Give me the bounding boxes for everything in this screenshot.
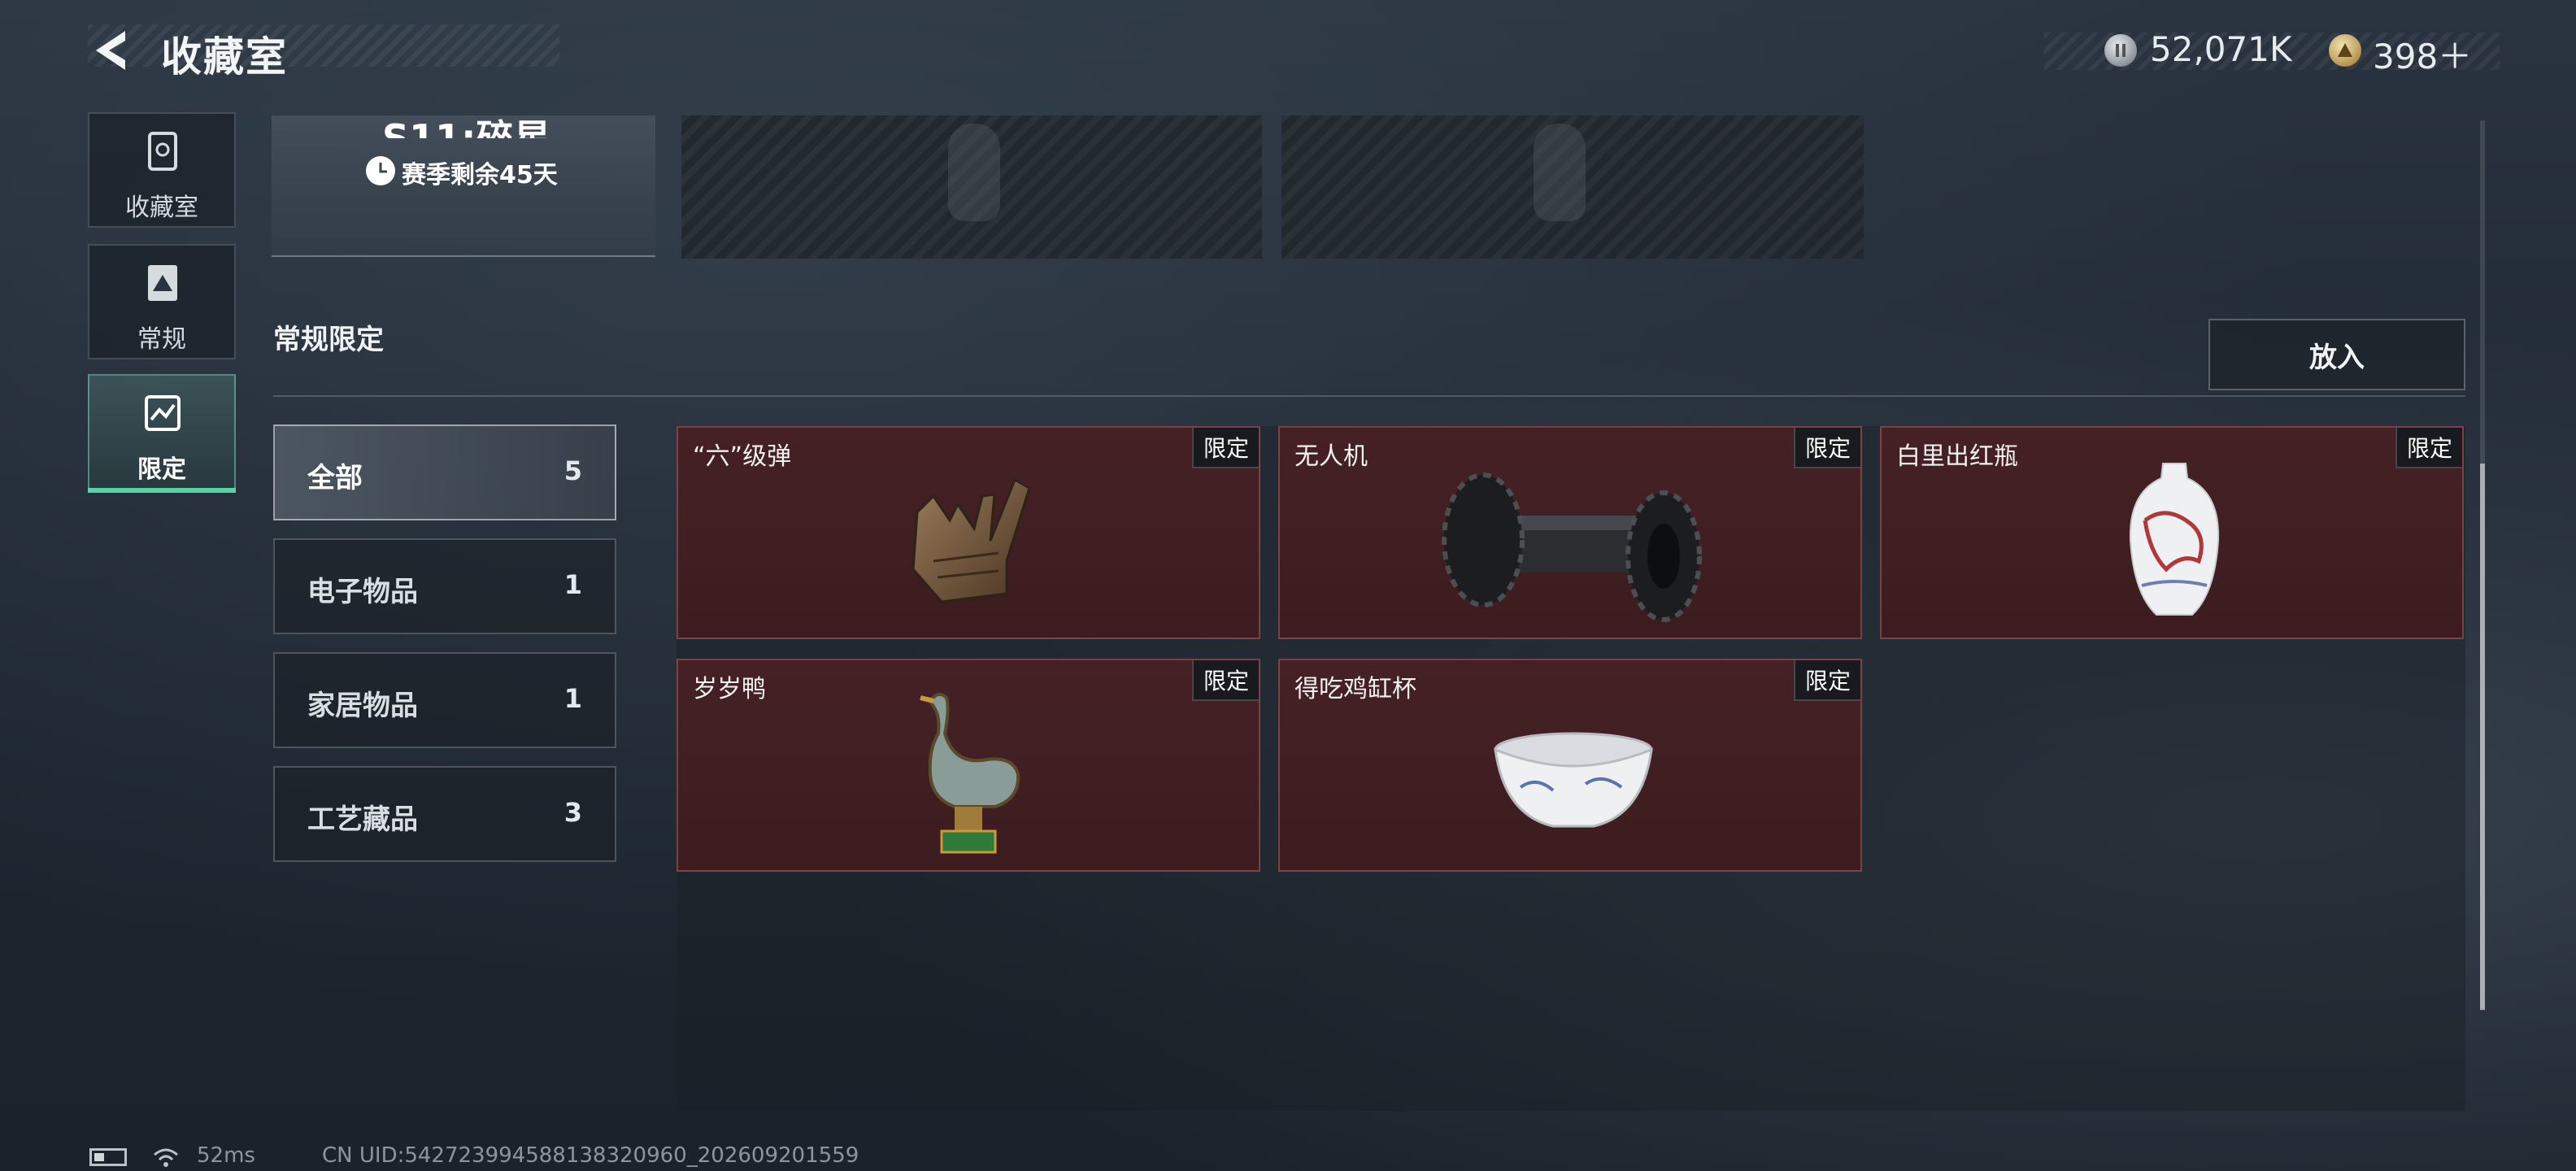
scrollbar-thumb[interactable] — [2480, 464, 2485, 1010]
category-name: 家居物品 — [307, 690, 418, 722]
regular-icon — [148, 265, 177, 301]
nav-item-regular[interactable]: 常规 — [88, 244, 236, 359]
limited-tag: 限定 — [1191, 428, 1259, 468]
nav-label: 限定 — [137, 455, 186, 484]
vase-icon — [2129, 463, 2220, 616]
wifi-icon — [154, 1148, 178, 1167]
category-electronics[interactable]: 电子物品 1 — [273, 538, 616, 634]
item-name: 白里出红瓶 — [1896, 442, 2018, 471]
page-title: 收藏室 — [161, 33, 288, 81]
item-card[interactable]: 岁岁鸭 限定 — [677, 659, 1260, 872]
section-title: 常规限定 — [273, 324, 384, 356]
item-card[interactable]: 白里出红瓶 限定 — [1880, 426, 2464, 639]
item-name: 无人机 — [1295, 442, 1368, 471]
item-name: 得吃鸡缸杯 — [1295, 675, 1416, 703]
silver-coin-icon — [2104, 34, 2137, 67]
battery-icon — [89, 1148, 127, 1166]
duck-statue-icon — [920, 692, 1020, 854]
category-count: 1 — [564, 683, 582, 714]
season-name: S11:碎星 — [382, 116, 551, 138]
header-bar — [88, 24, 559, 67]
item-card[interactable]: 无人机 限定 — [1278, 426, 1862, 639]
uid-text: CN UID:542723994588138320960_20260920155… — [322, 1143, 859, 1168]
clock-icon — [366, 156, 395, 185]
limited-tag: 限定 — [2395, 428, 2462, 468]
nav-label: 常规 — [137, 325, 186, 354]
silver-amount: 52,071K — [2150, 29, 2292, 69]
ping-value: 52ms — [197, 1143, 255, 1168]
put-in-button[interactable]: 放入 — [2208, 319, 2465, 390]
nav-label: 收藏室 — [125, 194, 198, 222]
locked-card[interactable] — [1281, 115, 1864, 259]
locked-item-silhouette-icon — [948, 124, 1000, 221]
back-arrow-icon — [96, 31, 125, 70]
item-name: 岁岁鸭 — [693, 675, 766, 703]
locked-card[interactable] — [681, 115, 1262, 259]
cup-icon — [1494, 732, 1653, 828]
drone-part-icon — [1442, 472, 1702, 622]
category-all[interactable]: 全部 5 — [273, 424, 616, 520]
gold-amount[interactable]: 398＋ — [2373, 29, 2472, 79]
category-name: 全部 — [307, 462, 363, 494]
category-name: 电子物品 — [307, 576, 418, 608]
limited-tag: 限定 — [1191, 660, 1259, 701]
category-crafts[interactable]: 工艺藏品 3 — [273, 766, 616, 862]
category-count: 3 — [564, 797, 582, 828]
collection-icon — [148, 132, 177, 171]
nav-item-limited[interactable]: 限定 — [88, 374, 236, 490]
season-remaining: 赛季剩余45天 — [402, 161, 558, 189]
item-card[interactable]: “六”级弹 限定 — [677, 426, 1260, 639]
hand-sculpture-icon — [912, 477, 1031, 603]
limited-icon — [145, 395, 181, 431]
limited-tag: 限定 — [1793, 428, 1860, 468]
locked-item-silhouette-icon — [1534, 124, 1586, 221]
item-card[interactable]: 得吃鸡缸杯 限定 — [1278, 659, 1862, 872]
gold-coin-icon — [2329, 34, 2361, 67]
nav-active-indicator — [88, 488, 236, 493]
category-count: 5 — [564, 455, 582, 486]
nav-item-collection[interactable]: 收藏室 — [88, 112, 236, 228]
item-name: “六”级弹 — [693, 442, 792, 471]
limited-tag: 限定 — [1793, 660, 1860, 701]
category-name: 工艺藏品 — [307, 803, 418, 836]
divider — [273, 395, 2465, 397]
category-household[interactable]: 家居物品 1 — [273, 652, 616, 748]
back-button[interactable] — [88, 26, 133, 75]
category-count: 1 — [564, 569, 582, 600]
